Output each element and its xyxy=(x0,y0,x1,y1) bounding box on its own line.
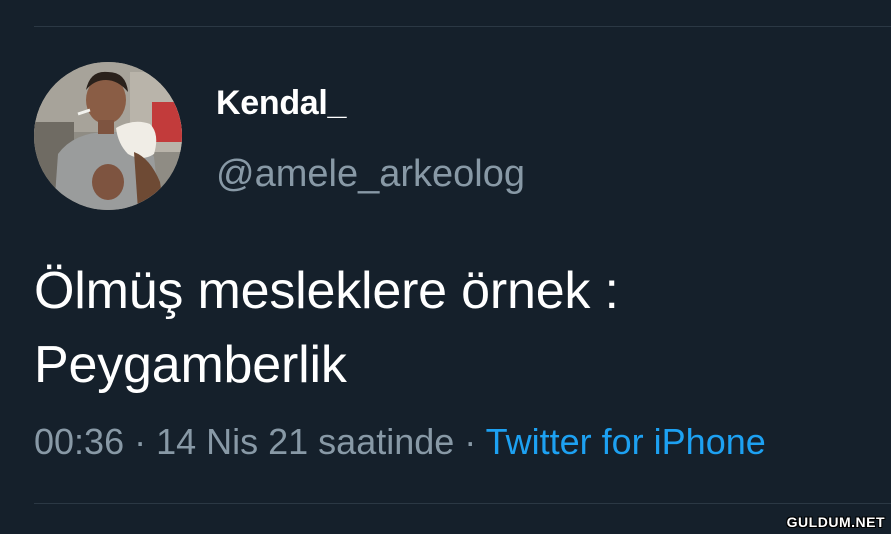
author-handle[interactable]: @amele_arkeolog xyxy=(216,153,525,196)
avatar-photo xyxy=(34,62,182,210)
tweet-detail-view: Kendal_ @amele_arkeolog Ölmüş mesleklere… xyxy=(0,0,891,534)
meta-separator: · xyxy=(124,421,157,462)
author-avatar[interactable] xyxy=(34,62,182,210)
tweet-source-link[interactable]: Twitter for iPhone xyxy=(486,421,766,462)
tweet-text-line: Ölmüş mesleklere örnek : xyxy=(34,262,619,320)
site-watermark: GULDUM.NET xyxy=(786,514,885,530)
meta-separator: · xyxy=(454,421,486,462)
tweet-time[interactable]: 00:36 xyxy=(34,421,124,462)
bottom-divider xyxy=(34,503,891,504)
tweet-text: Ölmüş mesleklere örnek : Peygamberlik xyxy=(34,254,874,402)
author-display-name[interactable]: Kendal_ xyxy=(216,84,346,123)
tweet-date[interactable]: 14 Nis 21 saatinde xyxy=(156,421,454,462)
top-divider xyxy=(34,26,891,27)
tweet-text-line: Peygamberlik xyxy=(34,336,347,394)
tweet-metadata: 00:36 · 14 Nis 21 saatinde · Twitter for… xyxy=(34,421,766,463)
